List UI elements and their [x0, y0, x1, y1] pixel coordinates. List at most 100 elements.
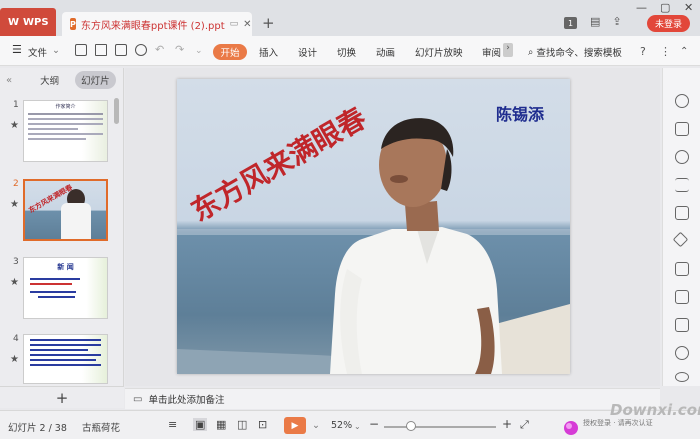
picture-icon[interactable] — [675, 318, 689, 332]
normal-view-icon[interactable]: ▣ — [193, 418, 208, 431]
wps-logo-icon: W — [8, 16, 20, 28]
shape-icon[interactable] — [675, 150, 689, 164]
watermark-logo-icon — [564, 421, 578, 435]
tab-design[interactable]: 设计 — [298, 45, 317, 59]
slide-counter: 幻灯片 2 / 38 — [8, 423, 67, 434]
print-preview-icon[interactable] — [135, 44, 147, 56]
slide-number: 4 — [13, 334, 19, 344]
tab-animation[interactable]: 动画 — [376, 45, 395, 59]
audio-icon[interactable] — [675, 346, 689, 360]
slide-author[interactable]: 陈锡添 — [496, 101, 544, 125]
zoom-slider-knob[interactable] — [406, 421, 416, 431]
tab-insert[interactable]: 插入 — [259, 45, 278, 59]
animation-star-icon: ★ — [10, 120, 19, 131]
collapse-panel-icon[interactable]: « — [6, 75, 12, 86]
list-view-icon[interactable]: ≡ — [168, 418, 177, 431]
tab-home[interactable]: 开始 — [213, 44, 247, 60]
settings-sliders-icon[interactable] — [675, 178, 689, 192]
undo-icon[interactable]: ↶ — [155, 43, 164, 56]
image-crop-icon[interactable] — [675, 206, 689, 220]
tab-slides[interactable]: 幻灯片 — [75, 71, 116, 89]
notes-placeholder[interactable]: 单击此处添加备注 — [148, 392, 224, 406]
copy-style-icon[interactable] — [675, 122, 689, 136]
animation-star-icon: ★ — [10, 354, 19, 365]
tabs-scroll-right-icon[interactable]: › — [503, 43, 513, 57]
tab-slideshow[interactable]: 幻灯片放映 — [415, 45, 463, 59]
export-icon[interactable] — [675, 290, 689, 304]
maximize-icon[interactable]: ▢ — [660, 1, 670, 14]
monitor-icon[interactable]: ▭ — [230, 19, 239, 29]
slide-thumbnail[interactable]: 新 闻 — [23, 257, 108, 319]
share-icon[interactable]: ⇪ — [612, 15, 621, 28]
theme-name[interactable]: 古瓶荷花 — [82, 420, 120, 434]
slide-number: 1 — [13, 100, 19, 110]
slide-thumbnail-row[interactable]: 2 ★ 东方风来满眼春 — [0, 177, 124, 247]
skin-icon[interactable]: ▤ — [590, 15, 600, 28]
zoom-dropdown-icon[interactable]: ⌄ — [354, 422, 361, 431]
notes-bar[interactable]: ▭ 单击此处添加备注 — [125, 388, 660, 409]
slide-thumbnail[interactable]: 作家简介 — [23, 100, 108, 162]
play-options-chevron-icon[interactable]: ⌄ — [312, 420, 320, 431]
tab-transition[interactable]: 切换 — [337, 45, 356, 59]
hamburger-menu-icon[interactable]: ☰ — [12, 43, 22, 56]
document-tab[interactable]: P 东方风来满眼春ppt课件 (2).ppt ▭ ✕ — [62, 12, 252, 36]
slide-thumbnail-row[interactable]: 1 ★ 作家简介 — [0, 98, 124, 168]
slide-sorter-icon[interactable]: ▦ — [216, 418, 226, 431]
print-icon[interactable] — [115, 44, 127, 56]
file-chevron-down-icon[interactable]: ⌄ — [52, 45, 60, 56]
zoom-out-button[interactable]: − — [369, 417, 379, 431]
zoom-level[interactable]: 52% — [331, 420, 352, 431]
close-window-icon[interactable]: ✕ — [684, 1, 693, 14]
save-icon[interactable] — [75, 44, 87, 56]
slide-number: 3 — [13, 257, 19, 267]
slide-number: 2 — [13, 179, 19, 189]
ppt-file-icon: P — [70, 18, 76, 30]
search-icon: ⌕ — [528, 46, 534, 58]
video-icon[interactable] — [675, 372, 689, 382]
archive-icon[interactable] — [675, 262, 689, 276]
zoom-in-button[interactable]: + — [502, 417, 512, 431]
new-tab-button[interactable]: + — [262, 14, 275, 32]
watermark-text: Downxi.com — [610, 401, 700, 419]
watermark: 授权登录 · 请再次认证 Downxi.com — [563, 401, 700, 439]
add-slide-button[interactable]: + — [0, 386, 124, 408]
notes-icon: ▭ — [133, 393, 143, 405]
slide-thumbnail-row[interactable]: 3 ★ 新 闻 — [0, 255, 124, 325]
help-icon[interactable]: ? — [640, 45, 646, 58]
star-favorite-icon[interactable] — [672, 231, 689, 248]
tab-outline[interactable]: 大纲 — [34, 71, 65, 89]
zoom-slider-track[interactable] — [384, 426, 496, 428]
export-pdf-icon[interactable] — [95, 44, 107, 56]
animation-star-icon: ★ — [10, 199, 19, 210]
more-icon[interactable]: ⋮ — [660, 45, 671, 58]
wps-label: WPS — [23, 16, 49, 28]
window-counter-badge[interactable]: 1 — [564, 17, 577, 29]
watermark-subtext: 授权登录 · 请再次认证 — [583, 419, 653, 427]
reading-view-icon[interactable]: ◫ — [237, 418, 247, 431]
thumbnail-title: 新 闻 — [57, 263, 74, 271]
document-tab-title: 东方风来满眼春ppt课件 (2).ppt — [80, 20, 225, 32]
slide-canvas[interactable]: 东方风来满眼春 陈锡添 — [125, 68, 660, 386]
redo-icon[interactable]: ↷ — [175, 43, 184, 56]
search-label: 查找命令、搜索模板 — [536, 48, 622, 59]
pin-icon[interactable] — [675, 94, 689, 108]
animation-star-icon: ★ — [10, 277, 19, 288]
login-button[interactable]: 未登录 — [647, 15, 691, 32]
current-slide[interactable]: 东方风来满眼春 陈锡添 — [177, 79, 570, 374]
fit-window-icon[interactable]: ⤢ — [520, 418, 529, 432]
tab-review[interactable]: 审阅 — [482, 45, 501, 59]
collapse-ribbon-icon[interactable]: ⌃ — [680, 46, 688, 57]
presenter-icon[interactable]: ⊡ — [258, 418, 267, 431]
quick-access-chevron-icon[interactable]: ⌄ — [195, 46, 203, 56]
command-search[interactable]: ⌕ 查找命令、搜索模板 — [528, 45, 622, 60]
slide-thumbnail-selected[interactable]: 东方风来满眼春 — [23, 179, 108, 241]
minimize-icon[interactable]: — — [636, 1, 647, 14]
play-slideshow-button[interactable]: ▶ — [284, 417, 306, 434]
file-menu[interactable]: 文件 — [28, 45, 47, 59]
right-toolbar — [662, 68, 700, 386]
close-tab-icon[interactable]: ✕ — [243, 19, 251, 30]
play-icon: ▶ — [291, 420, 299, 431]
slide-thumbnail[interactable] — [23, 334, 108, 384]
wps-home-tab[interactable]: W WPS — [0, 8, 56, 36]
slide-panel: « 大纲 幻灯片 1 ★ 作家简介 2 ★ 东方风来满眼春 3 ★ 新 闻 4 … — [0, 68, 124, 386]
